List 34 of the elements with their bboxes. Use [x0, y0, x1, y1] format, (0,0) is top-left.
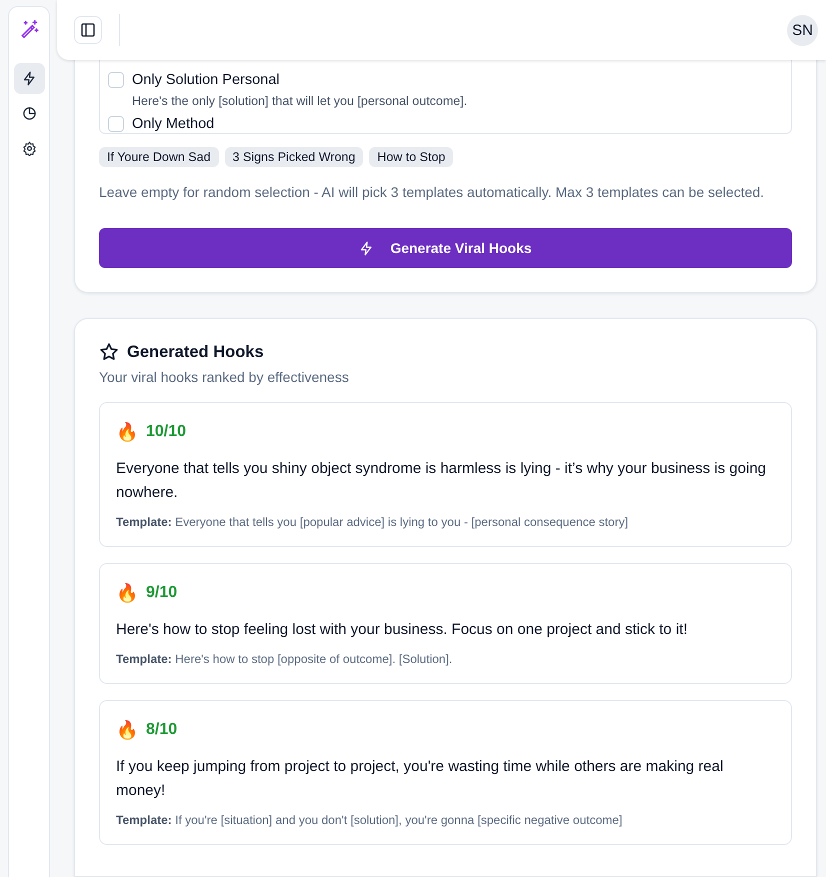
- star-icon: [99, 342, 119, 362]
- nav-lightning-button[interactable]: [14, 63, 44, 94]
- settings-icon: [22, 141, 36, 156]
- lightning-icon: [359, 240, 374, 256]
- hook-score: 8/10: [146, 721, 178, 739]
- sidebar-toggle-button[interactable]: [74, 16, 102, 44]
- lightning-icon: [22, 71, 36, 86]
- hook-text: If you keep jumping from project to project, you're wasting time while others are making real money!: [116, 757, 724, 801]
- hook-template: Template: If you're [situation] and you don't [solution], you're gonna [specific negative outcome]: [116, 812, 624, 828]
- hook-text: Everyone that tells you shiny object syndrome is harmless is lying - it’s why your business is going nowhere.: [116, 459, 768, 503]
- selected-template-chip[interactable]: 3 Signs Picked Wrong: [224, 147, 364, 167]
- section-subtitle: Your viral hooks ranked by effectiveness: [99, 368, 350, 387]
- hook-template: Template: Everyone that tells you [popular advice] is lying to you - [personal consequence story]: [116, 514, 630, 530]
- hook-score: 10/10: [146, 423, 186, 441]
- magic-wand-icon: [19, 19, 39, 39]
- selected-template-chip[interactable]: How to Stop: [369, 147, 454, 167]
- user-avatar[interactable]: SN: [787, 14, 818, 46]
- template-name: Only Solution Personal: [132, 71, 280, 90]
- fire-icon: 🔥: [116, 421, 138, 443]
- pie-chart-icon: [22, 106, 36, 121]
- template-checkbox[interactable]: [108, 116, 124, 132]
- hook-score: 9/10: [146, 584, 178, 602]
- template-description: Here's the only [solution] that will let you [personal outcome].: [132, 93, 468, 110]
- hook-text: Here's how to stop feeling lost with your business. Focus on one project and stick to it!: [116, 620, 688, 640]
- selected-template-chip[interactable]: If Youre Down Sad: [99, 147, 219, 167]
- section-title: Generated Hooks: [127, 342, 264, 362]
- fire-icon: 🔥: [116, 582, 138, 604]
- sidebar-panel-icon: [80, 22, 96, 38]
- template-name: Only Method: [132, 115, 214, 133]
- hook-template: Template: Here's how to stop [opposite of outcome]. [Solution].: [116, 651, 454, 667]
- fire-icon: 🔥: [116, 719, 138, 741]
- template-checkbox[interactable]: [108, 72, 124, 88]
- help-text: Leave empty for random selection - AI will pick 3 templates automatically. Max 3 templates can be selected.: [99, 183, 766, 202]
- generate-button[interactable]: Generate Viral Hooks: [99, 228, 792, 268]
